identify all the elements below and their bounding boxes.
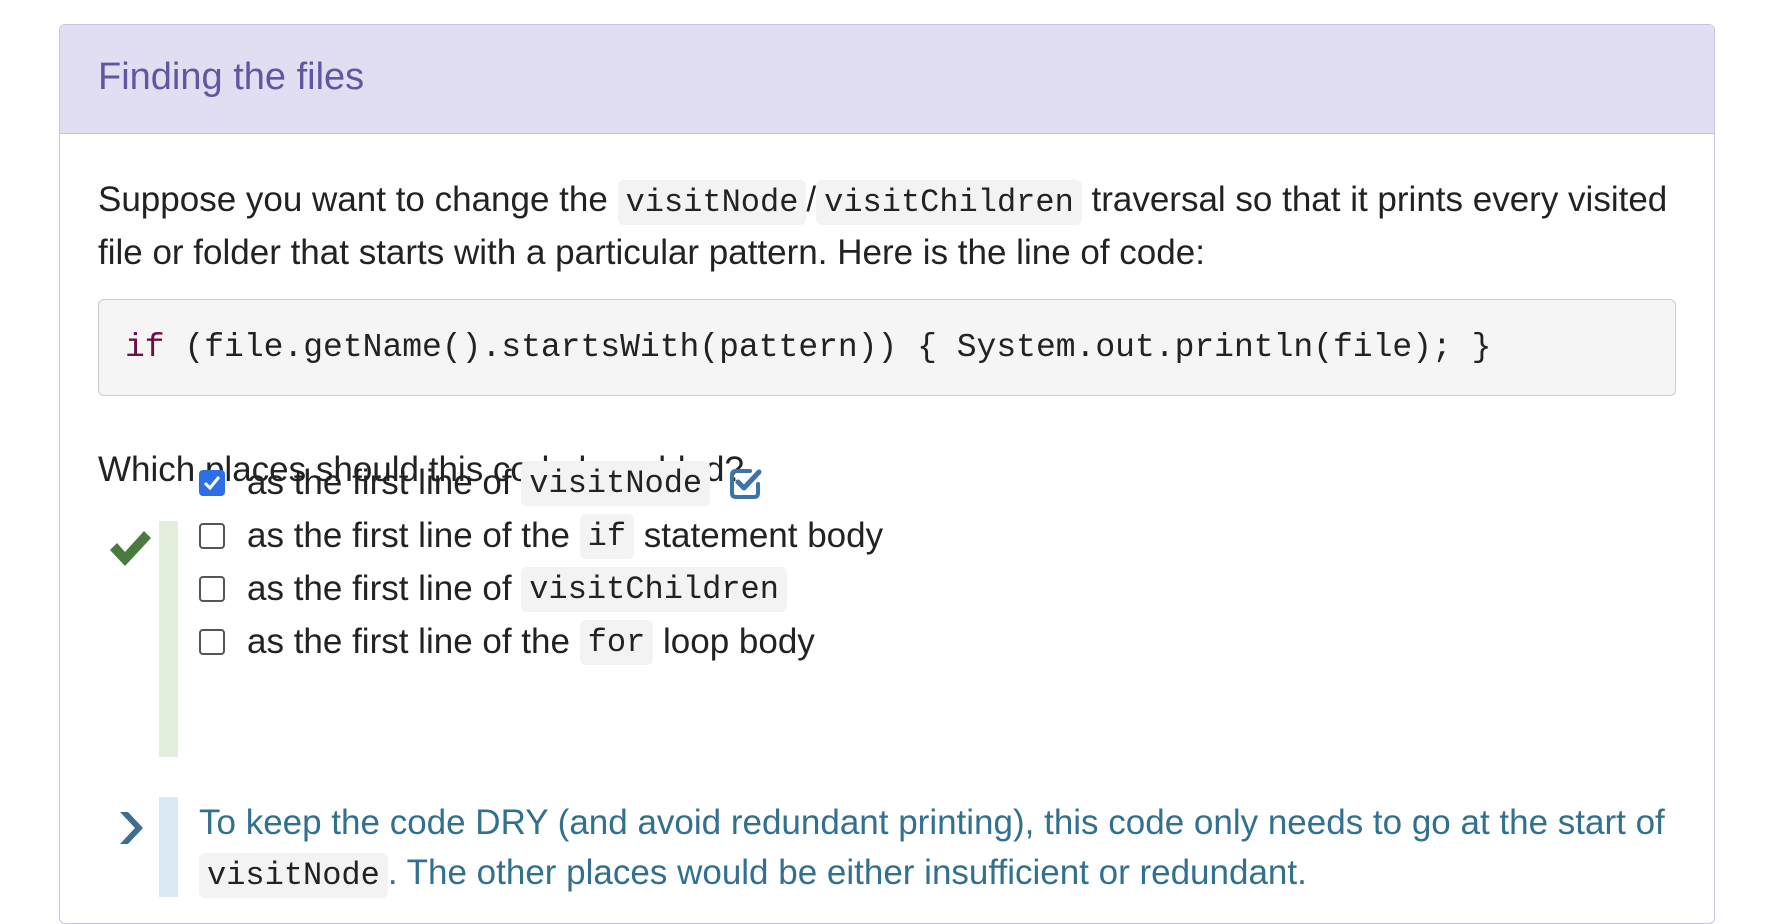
checkbox-unchecked[interactable] bbox=[199, 523, 225, 549]
option-code: visitNode bbox=[521, 460, 711, 506]
panel-heading: Finding the files bbox=[60, 25, 1714, 134]
checkmark-icon bbox=[203, 476, 221, 491]
checkbox-checked[interactable] bbox=[199, 470, 225, 496]
check-square-icon bbox=[730, 469, 762, 499]
option-2[interactable]: as the first line of the if statement bo… bbox=[199, 511, 883, 561]
separator: / bbox=[806, 180, 817, 219]
check-icon bbox=[110, 531, 151, 566]
checkbox-unchecked[interactable] bbox=[199, 576, 225, 602]
code-block: if (file.getName().startsWith(pattern)) … bbox=[98, 299, 1676, 396]
option-4[interactable]: as the first line of the for loop body bbox=[199, 617, 815, 667]
panel-title: Finding the files bbox=[98, 55, 365, 98]
inline-code-visitnode: visitNode bbox=[199, 853, 388, 898]
intro-paragraph: Suppose you want to change the visitNode… bbox=[98, 175, 1678, 278]
inline-code-visitchildren: visitChildren bbox=[816, 180, 1082, 225]
feedback-bar bbox=[159, 797, 178, 897]
option-label: as the first line of the bbox=[247, 622, 580, 661]
question-panel: Finding the files Suppose you want to ch… bbox=[59, 24, 1715, 924]
code-keyword: if bbox=[125, 329, 165, 366]
code-rest: (file.getName().startsWith(pattern)) { S… bbox=[164, 329, 1492, 366]
option-label: as the first line of bbox=[247, 463, 522, 502]
options-correct-bar bbox=[159, 521, 178, 757]
checkbox-unchecked[interactable] bbox=[199, 629, 225, 655]
option-label: as the first line of bbox=[247, 569, 522, 608]
option-code: if bbox=[579, 513, 635, 559]
option-label: as the first line of the bbox=[247, 516, 580, 555]
option-code: for bbox=[579, 619, 654, 665]
option-code: visitChildren bbox=[521, 566, 787, 612]
feedback-text-part: . The other places would be either insuf… bbox=[387, 853, 1307, 892]
option-label-suffix: loop body bbox=[653, 622, 815, 661]
feedback-text-part: To keep the code DRY (and avoid redundan… bbox=[199, 803, 1665, 842]
option-label-suffix: statement body bbox=[634, 516, 884, 555]
inline-code-visitnode: visitNode bbox=[617, 180, 807, 225]
intro-text: Suppose you want to change the bbox=[98, 180, 618, 219]
feedback-text: To keep the code DRY (and avoid redundan… bbox=[199, 798, 1699, 901]
chevron-right-icon[interactable] bbox=[116, 808, 146, 848]
option-1[interactable]: as the first line of visitNode bbox=[199, 458, 762, 508]
option-3[interactable]: as the first line of visitChildren bbox=[199, 564, 787, 614]
